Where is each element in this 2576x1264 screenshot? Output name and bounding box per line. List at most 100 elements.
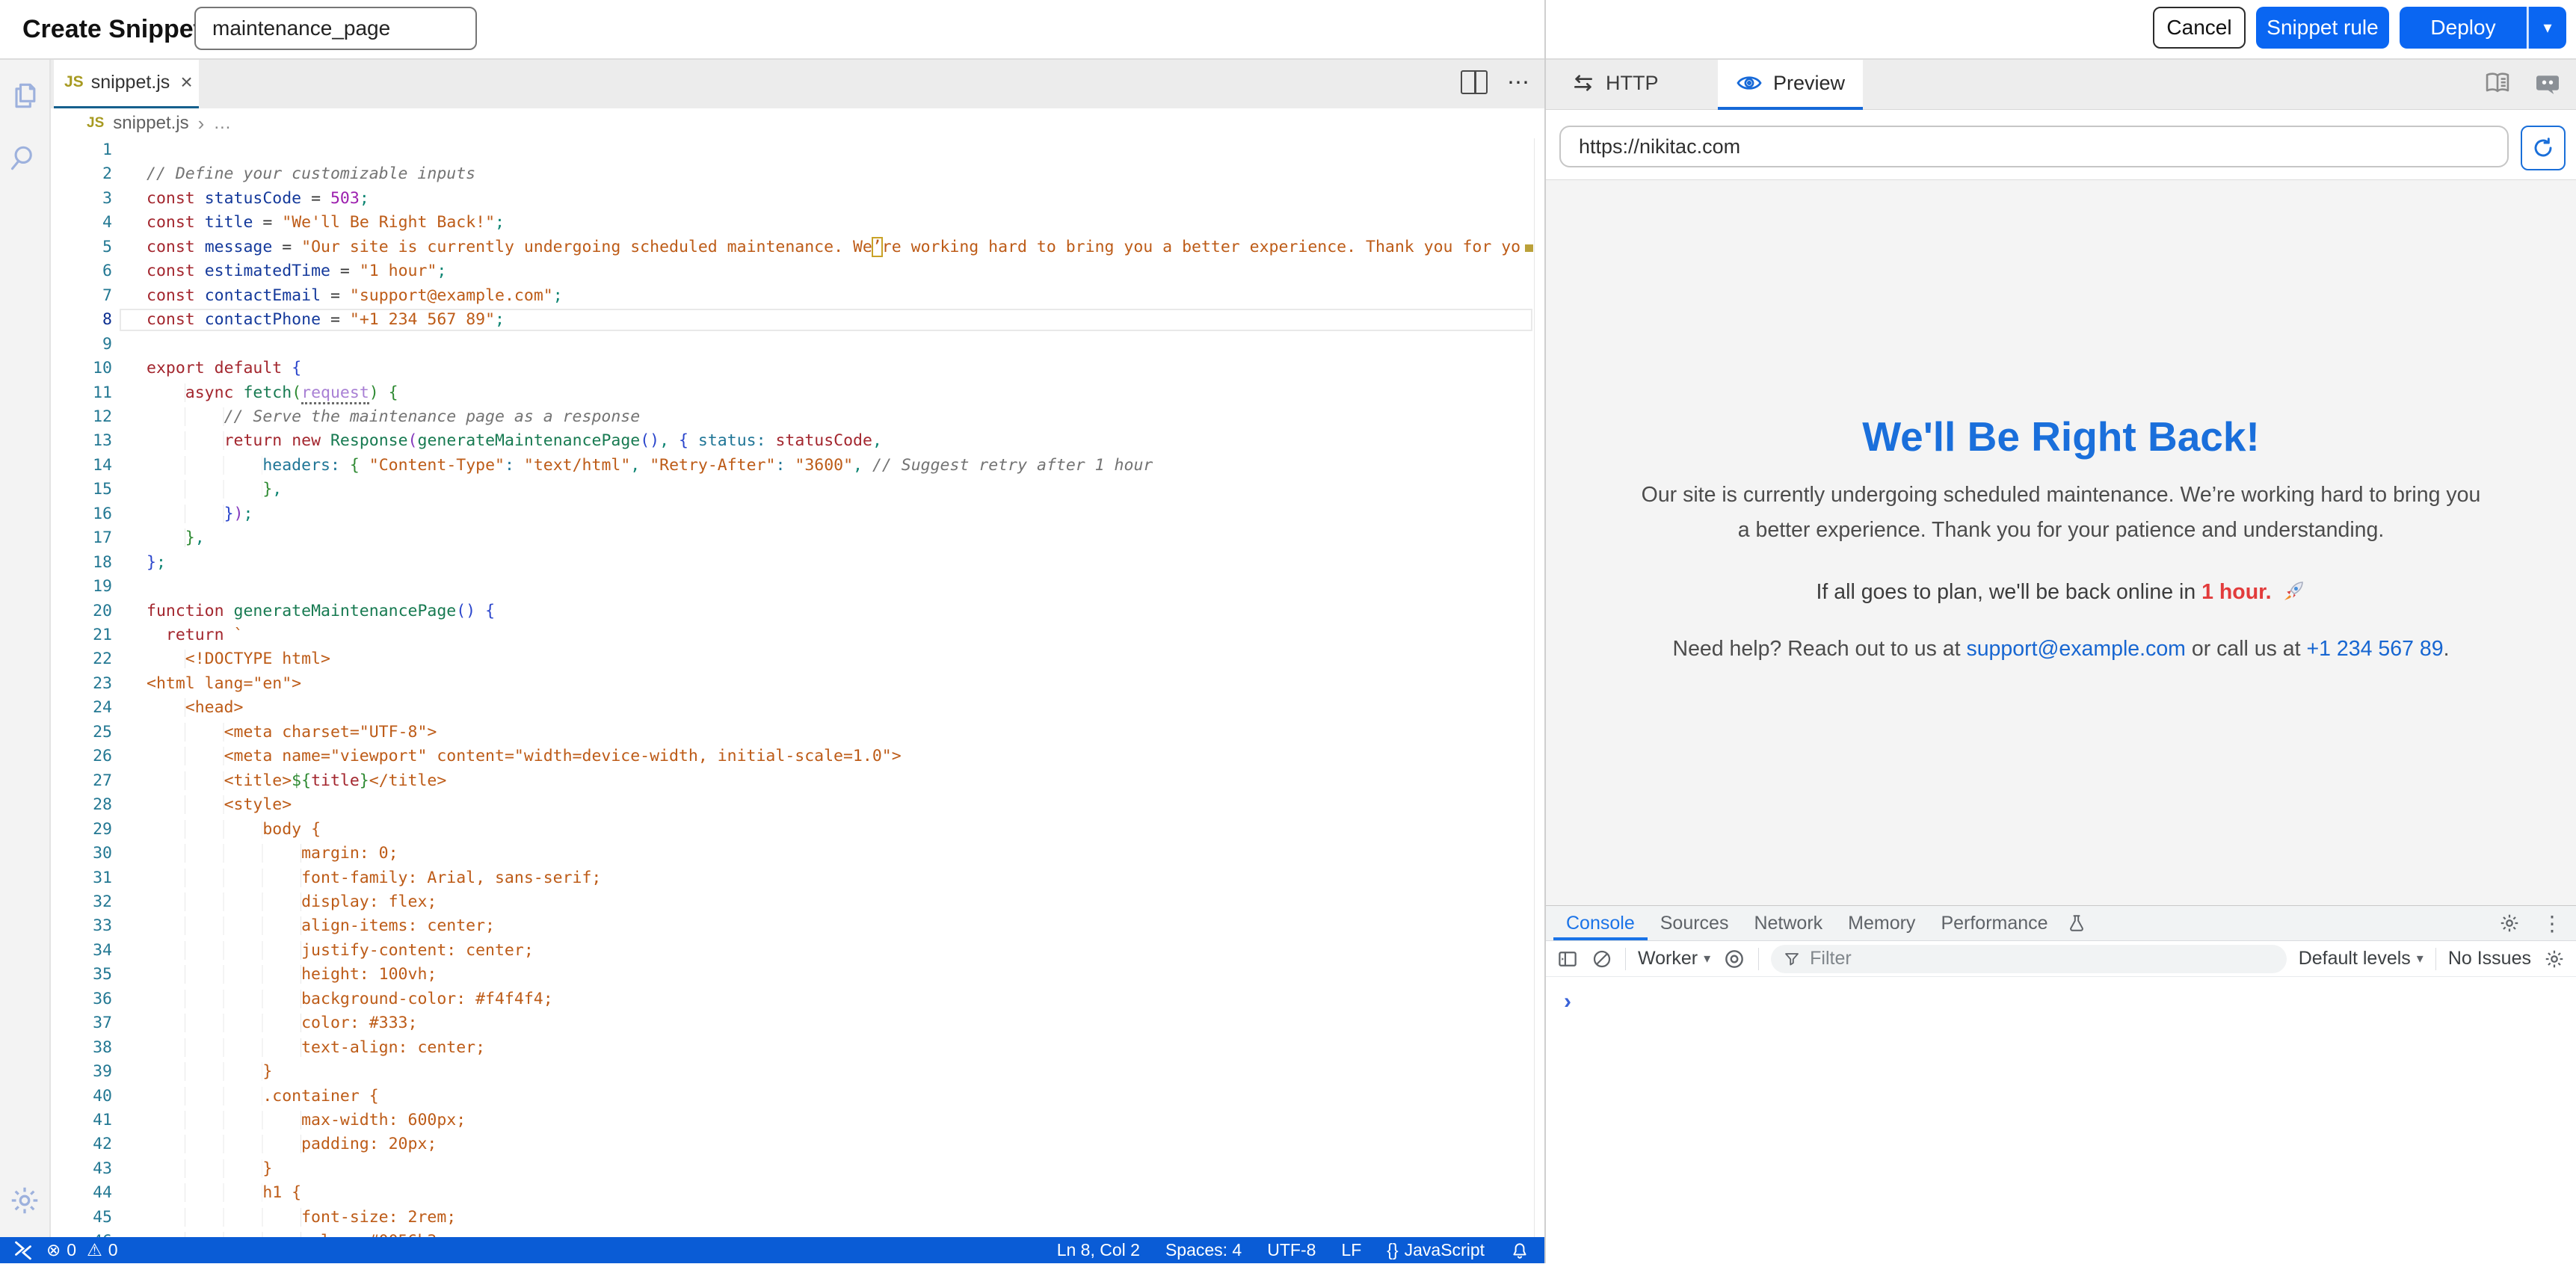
devtools-tab-network[interactable]: Network xyxy=(1741,906,1835,940)
close-icon[interactable]: × xyxy=(180,70,192,94)
discord-icon[interactable] xyxy=(2534,70,2561,96)
code-line-38[interactable]: text-align: center; xyxy=(147,1036,485,1060)
live-expression-eye-icon[interactable] xyxy=(1722,949,1746,969)
line-number: 18 xyxy=(49,551,112,575)
issues-status[interactable]: No Issues xyxy=(2448,948,2531,969)
swap-arrows-icon xyxy=(1571,72,1595,94)
url-input[interactable] xyxy=(1559,126,2509,167)
code-line-7[interactable]: const contactEmail = "support@example.co… xyxy=(147,284,563,308)
code-line-30[interactable]: margin: 0; xyxy=(147,842,398,866)
code-line-18[interactable]: }; xyxy=(147,551,166,575)
code-line-10[interactable]: export default { xyxy=(147,357,301,380)
code-line-17[interactable]: }, xyxy=(147,526,205,550)
code-line-22[interactable]: <!DOCTYPE html> xyxy=(147,647,330,671)
split-editor-icon[interactable] xyxy=(1461,70,1488,94)
search-icon[interactable] xyxy=(7,141,42,175)
log-levels-selector[interactable]: Default levels ▾ xyxy=(2299,948,2424,969)
code-line-40[interactable]: .container { xyxy=(147,1085,379,1109)
code-line-24[interactable]: <head> xyxy=(147,696,243,720)
files-icon[interactable] xyxy=(7,78,42,113)
code-line-12[interactable]: // Serve the maintenance page as a respo… xyxy=(147,405,640,429)
code-line-32[interactable]: display: flex; xyxy=(147,890,437,914)
code-line-8[interactable]: const contactPhone = "+1 234 567 89"; xyxy=(147,308,505,332)
line-number: 24 xyxy=(49,696,112,720)
code-line-25[interactable]: <meta charset="UTF-8"> xyxy=(147,721,437,744)
console-sidebar-toggle-icon[interactable] xyxy=(1556,948,1579,970)
code-line-44[interactable]: h1 { xyxy=(147,1181,301,1205)
devtools-tab-performance[interactable]: Performance xyxy=(1928,906,2060,940)
breadcrumb-file[interactable]: snippet.js xyxy=(113,113,188,134)
code-line-33[interactable]: align-items: center; xyxy=(147,914,495,938)
code-line-35[interactable]: height: 100vh; xyxy=(147,963,437,987)
console-filter[interactable] xyxy=(1771,945,2287,973)
console-output[interactable]: › xyxy=(1546,977,2576,1264)
code-line-37[interactable]: color: #333; xyxy=(147,1011,417,1035)
filter-input[interactable] xyxy=(1808,947,2275,970)
code-line-28[interactable]: <style> xyxy=(147,793,292,817)
breadcrumb-more[interactable]: … xyxy=(213,113,231,134)
code-line-4[interactable]: const title = "We'll Be Right Back!"; xyxy=(147,211,505,235)
line-number: 27 xyxy=(49,769,112,793)
language-status[interactable]: {} JavaScript xyxy=(1387,1240,1485,1260)
code-line-26[interactable]: <meta name="viewport" content="width=dev… xyxy=(147,744,902,768)
clear-console-icon[interactable] xyxy=(1591,948,1613,970)
devtools-settings-gear-icon[interactable] xyxy=(2498,912,2521,934)
code-line-31[interactable]: font-family: Arial, sans-serif; xyxy=(147,866,601,890)
code-line-11[interactable]: async fetch(request) { xyxy=(147,381,398,405)
code-line-45[interactable]: font-size: 2rem; xyxy=(147,1206,456,1230)
support-email-link[interactable]: support@example.com xyxy=(1966,637,2185,661)
chevron-right-icon: › xyxy=(198,112,205,135)
code-line-16[interactable]: }); xyxy=(147,502,253,526)
code-line-14[interactable]: headers: { "Content-Type": "text/html", … xyxy=(147,454,1153,478)
code-line-20[interactable]: function generateMaintenancePage() { xyxy=(147,599,495,623)
eol-status[interactable]: LF xyxy=(1341,1240,1361,1260)
devtools-tab-sources[interactable]: Sources xyxy=(1648,906,1742,940)
console-prompt[interactable]: › xyxy=(1564,990,1571,1013)
code-line-41[interactable]: max-width: 600px; xyxy=(147,1109,466,1132)
code-editor[interactable]: 1234567891011121314151617181920212223242… xyxy=(49,138,1534,1237)
code-line-13[interactable]: return new Response(generateMaintenanceP… xyxy=(147,429,882,453)
errors-status[interactable]: ⊗ 0 xyxy=(46,1240,76,1260)
phone-link[interactable]: +1 234 567 89 xyxy=(2307,637,2444,661)
snippet-rule-button[interactable]: Snippet rule xyxy=(2256,7,2389,49)
code-line-21[interactable]: return ` xyxy=(147,623,243,647)
code-line-23[interactable]: <html lang="en"> xyxy=(147,672,301,696)
refresh-button[interactable] xyxy=(2521,126,2566,170)
kebab-menu-icon[interactable]: ⋮ xyxy=(2542,911,2563,936)
code-line-27[interactable]: <title>${title}</title> xyxy=(147,769,446,793)
tab-preview[interactable]: Preview xyxy=(1718,59,1863,110)
code-line-39[interactable]: } xyxy=(147,1060,272,1084)
cancel-button[interactable]: Cancel xyxy=(2153,7,2246,49)
notifications-bell-icon[interactable] xyxy=(1510,1241,1529,1260)
code-line-5[interactable]: const message = "Our site is currently u… xyxy=(147,235,1520,259)
encoding-status[interactable]: UTF-8 xyxy=(1267,1240,1316,1260)
code-line-6[interactable]: const estimatedTime = "1 hour"; xyxy=(147,259,446,283)
remote-indicator-icon[interactable] xyxy=(10,1239,36,1262)
code-line-42[interactable]: padding: 20px; xyxy=(147,1132,437,1156)
code-line-34[interactable]: justify-content: center; xyxy=(147,939,534,963)
settings-gear-icon[interactable] xyxy=(7,1183,42,1218)
worker-context-selector[interactable]: Worker ▾ xyxy=(1638,948,1710,969)
deploy-dropdown-button[interactable]: ▾ xyxy=(2527,7,2566,49)
snippet-name-input[interactable] xyxy=(194,7,477,50)
warnings-status[interactable]: ⚠ 0 xyxy=(87,1240,117,1260)
code-line-43[interactable]: } xyxy=(147,1157,272,1181)
tab-label: snippet.js xyxy=(91,72,170,93)
pane-divider[interactable] xyxy=(1544,0,1546,1263)
tab-http[interactable]: HTTP xyxy=(1553,59,1677,107)
console-settings-gear-icon[interactable] xyxy=(2543,948,2566,970)
more-actions-icon[interactable]: ⋯ xyxy=(1507,70,1531,96)
code-line-29[interactable]: body { xyxy=(147,818,321,842)
code-line-3[interactable]: const statusCode = 503; xyxy=(147,187,369,211)
indentation-status[interactable]: Spaces: 4 xyxy=(1165,1240,1242,1260)
code-line-2[interactable]: // Define your customizable inputs xyxy=(147,162,475,186)
devtools-tab-console[interactable]: Console xyxy=(1553,906,1648,940)
code-line-46[interactable]: color: #0056b3; xyxy=(147,1230,446,1237)
docs-book-icon[interactable] xyxy=(2483,70,2512,96)
deploy-button[interactable]: Deploy xyxy=(2400,7,2527,49)
devtools-tab-memory[interactable]: Memory xyxy=(1835,906,1928,940)
tab-snippet-js[interactable]: JS snippet.js × xyxy=(54,58,199,109)
code-line-15[interactable]: }, xyxy=(147,478,282,502)
code-line-36[interactable]: background-color: #f4f4f4; xyxy=(147,987,553,1011)
cursor-position[interactable]: Ln 8, Col 2 xyxy=(1057,1240,1140,1260)
